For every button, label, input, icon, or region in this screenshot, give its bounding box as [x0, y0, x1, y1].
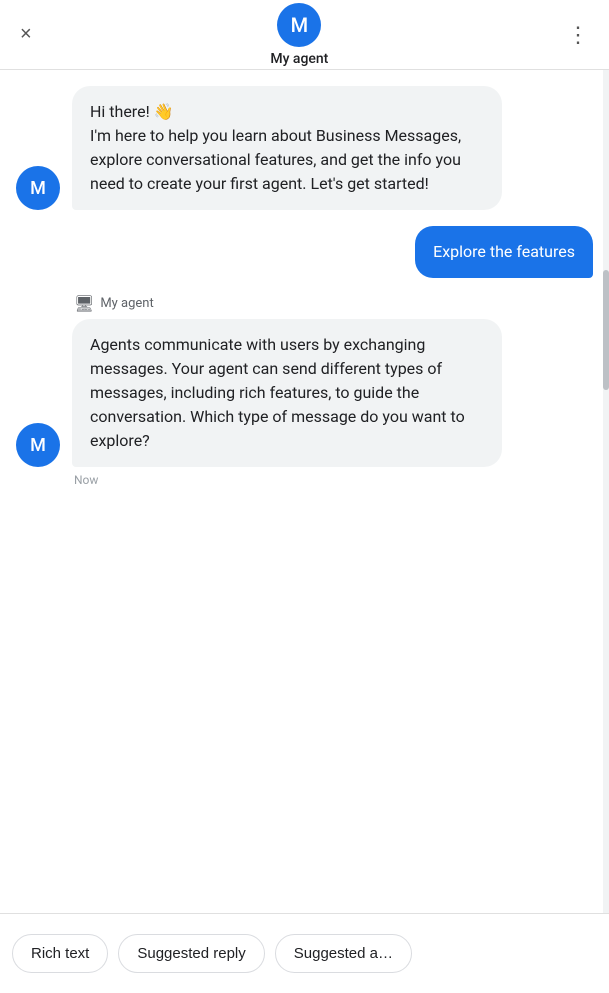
agent-icon: 🖥	[74, 294, 94, 313]
chip-suggested-reply[interactable]: Suggested reply	[118, 934, 264, 973]
chip-rich-text[interactable]: Rich text	[12, 934, 108, 973]
close-button[interactable]: ×	[16, 19, 36, 50]
agent-label-row: 🖥 My agent	[74, 294, 154, 313]
agent-message-text-1: Hi there! 👋I'm here to help you learn ab…	[90, 102, 461, 193]
close-icon: ×	[20, 23, 32, 46]
header-left: ×	[16, 19, 36, 50]
message-with-avatar: M Hi there! 👋I'm here to help you learn …	[16, 86, 502, 210]
agent-message-2: 🖥 My agent M Agents communicate with use…	[16, 294, 593, 487]
user-bubble-1: Explore the features	[415, 226, 593, 278]
agent-avatar-1: M	[16, 166, 60, 210]
avatar: M	[277, 3, 321, 47]
chat-area: M Hi there! 👋I'm here to help you learn …	[0, 70, 609, 913]
agent-bubble-2: Agents communicate with users by exchang…	[72, 319, 502, 467]
agent-bubble-1: Hi there! 👋I'm here to help you learn ab…	[72, 86, 502, 210]
bottom-bar: Rich text Suggested reply Suggested a…	[0, 913, 609, 993]
message-timestamp: Now	[74, 473, 98, 487]
scrollbar-thumb[interactable]	[603, 270, 609, 390]
agent-message-1: M Hi there! 👋I'm here to help you learn …	[16, 86, 593, 210]
header: × M My agent ⋮	[0, 0, 609, 70]
agent-name-header: My agent	[270, 51, 328, 67]
more-icon: ⋮	[567, 22, 589, 48]
user-message-1: Explore the features	[16, 226, 593, 278]
agent-message-text-2: Agents communicate with users by exchang…	[90, 335, 465, 450]
user-message-text-1: Explore the features	[433, 242, 575, 261]
scrollbar-track	[603, 70, 609, 913]
chip-suggested-action[interactable]: Suggested a…	[275, 934, 412, 973]
header-center: M My agent	[270, 3, 328, 67]
agent-avatar-2: M	[16, 423, 60, 467]
message-with-avatar-2: M Agents communicate with users by excha…	[16, 319, 502, 467]
agent-label-text: My agent	[100, 296, 153, 311]
more-options-button[interactable]: ⋮	[563, 18, 593, 52]
